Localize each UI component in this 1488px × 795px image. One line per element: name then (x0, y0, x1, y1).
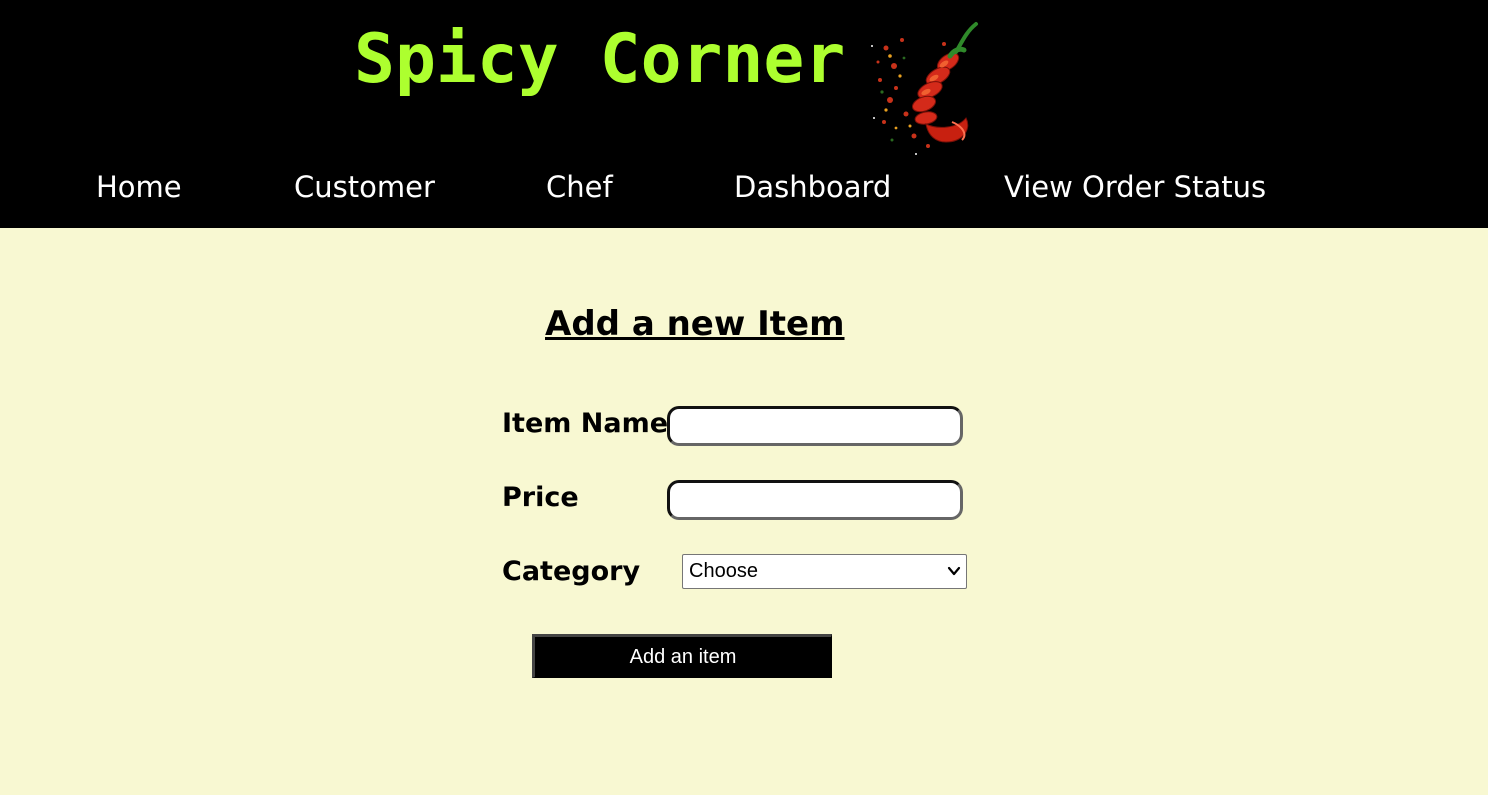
category-select[interactable]: Choose (682, 554, 967, 589)
page-title: Add a new Item (545, 304, 845, 344)
nav-item-customer[interactable]: Customer (294, 165, 435, 209)
add-item-form: Add a new Item Item Name Price Category … (0, 228, 1488, 795)
nav-item-view-order-status[interactable]: View Order Status (1004, 165, 1266, 209)
chevron-down-icon (947, 566, 961, 576)
price-input[interactable] (667, 480, 963, 520)
add-item-button[interactable]: Add an item (532, 634, 832, 678)
item-name-label: Item Name (502, 408, 669, 439)
site-title: Spicy Corner (354, 20, 846, 99)
site-header: Spicy Corner Home Customer Chef Dashboar… (0, 0, 1488, 228)
nav-item-home[interactable]: Home (96, 165, 182, 209)
price-label: Price (502, 482, 579, 513)
nav-item-chef[interactable]: Chef (546, 165, 613, 209)
nav-item-dashboard[interactable]: Dashboard (734, 165, 891, 209)
item-name-input[interactable] (667, 406, 963, 446)
category-selected-value: Choose (689, 560, 758, 582)
category-label: Category (502, 556, 641, 587)
chili-pepper-icon (871, 22, 978, 155)
main-nav: Home Customer Chef Dashboard View Order … (0, 165, 1488, 209)
